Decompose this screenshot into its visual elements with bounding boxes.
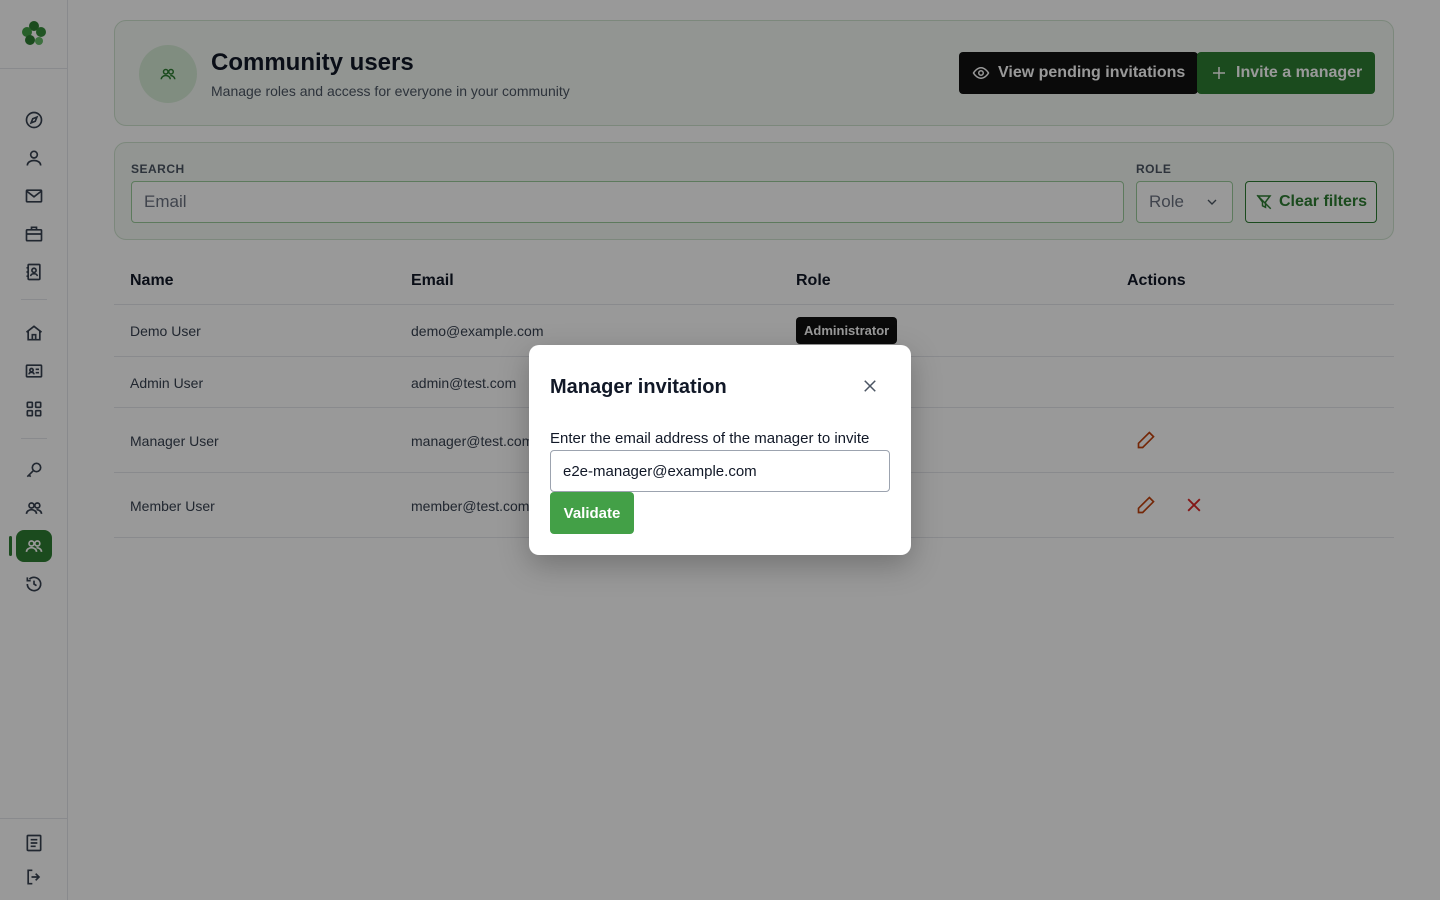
dialog-title: Manager invitation xyxy=(550,376,727,398)
manager-invitation-dialog: Manager invitation Enter the email addre… xyxy=(529,345,911,555)
validate-button[interactable]: Validate xyxy=(550,492,634,534)
close-icon[interactable] xyxy=(859,375,881,397)
email-field-label: Enter the email address of the manager t… xyxy=(550,430,870,447)
manager-email-input[interactable] xyxy=(550,450,890,492)
